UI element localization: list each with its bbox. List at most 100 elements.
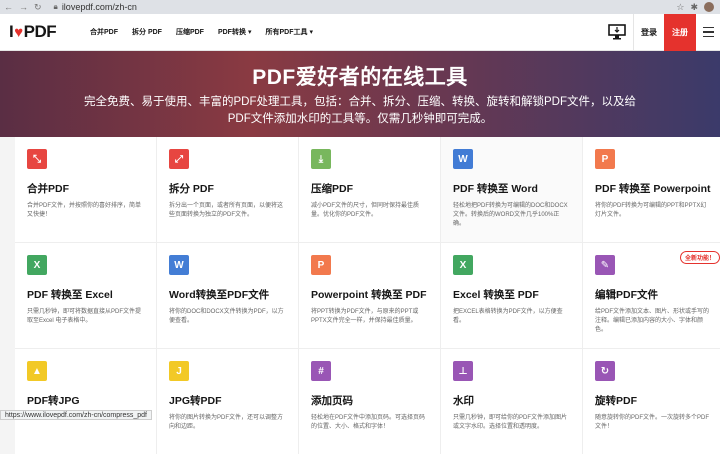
caret-down-icon: ▾ bbox=[309, 28, 313, 36]
tool-description: 将你的图片转换为PDF文件，还可以调整方向和边距。 bbox=[169, 414, 286, 432]
tool-description: 减小PDF文件的尺寸，但同时保持最佳质量。优化你的PDF文件。 bbox=[311, 202, 428, 220]
hero-title: PDF爱好者的在线工具 bbox=[0, 61, 720, 91]
tool-card-pdf-to-word[interactable]: W PDF 转换至 Word 轻松地把PDF转换为可编辑的DOC和DOCX文件。转换… bbox=[441, 137, 582, 242]
tool-description: 只需几秒钟，即可将数据直接从PDF文件提取至Excel 电子表格中。 bbox=[27, 308, 144, 326]
tool-title: Powerpoint 转换至 PDF bbox=[311, 287, 428, 302]
powerpoint-to-pdf-icon: P bbox=[311, 255, 331, 275]
tool-card-page-numbers[interactable]: # 添加页码轻松地在PDF文件中添加页码。可选择页码的位置、大小、格式和字体！ bbox=[299, 349, 440, 454]
excel-to-pdf-icon: X bbox=[453, 255, 473, 275]
compress-icon: ⤓ bbox=[311, 149, 331, 169]
browser-toolbar: ← → ↻ 🔒︎ ilovepdf.com/zh-cn ☆ ✱ bbox=[0, 0, 720, 14]
tool-description: 将你的DOC和DOCX文件转换为PDF，以方便查看。 bbox=[169, 308, 286, 326]
tool-description: 只需几秒钟，即可给你的PDF文件添加图片或文字水印。选择位置和透明度。 bbox=[453, 414, 570, 432]
tool-title: 拆分 PDF bbox=[169, 181, 286, 196]
tool-title: Excel 转换至 PDF bbox=[453, 287, 570, 302]
tool-description: 给PDF文件添加文本、图片、形状或手写的注释。编辑已添加内容的大小、字体和颜色。 bbox=[595, 308, 712, 335]
reload-icon[interactable]: ↻ bbox=[34, 2, 42, 13]
nav-convert-label: PDF转换 bbox=[218, 27, 246, 37]
tool-title: 水印 bbox=[453, 393, 570, 408]
hamburger-menu-icon[interactable] bbox=[696, 14, 720, 51]
tool-title: 旋转PDF bbox=[595, 393, 712, 408]
tool-card-excel-to-pdf[interactable]: X Excel 转换至 PDF 把EXCEL表格转换为PDF文件，以方便查看。 bbox=[441, 243, 582, 348]
watermark-icon: ⊥ bbox=[453, 361, 473, 381]
nav-convert[interactable]: PDF转换▾ bbox=[218, 27, 252, 37]
logo-text-pdf: PDF bbox=[24, 22, 57, 42]
tool-description: 随意旋转你的PDF文件。一次旋转多个PDF文件！ bbox=[595, 414, 712, 432]
rotate-icon: ↻ bbox=[595, 361, 615, 381]
logo-text-i: I bbox=[9, 22, 13, 42]
lock-icon[interactable]: 🔒︎ bbox=[54, 2, 58, 12]
caret-down-icon: ▾ bbox=[248, 28, 252, 36]
tool-title: PDF转JPG bbox=[27, 393, 144, 408]
merge-icon: ⤡ bbox=[27, 149, 47, 169]
signup-button[interactable]: 注册 bbox=[664, 14, 696, 51]
tool-card-jpg-to-pdf[interactable]: J JPG转PDF 将你的图片转换为PDF文件，还可以调整方向和边距。 bbox=[157, 349, 298, 454]
address-bar[interactable]: ilovepdf.com/zh-cn bbox=[62, 2, 137, 12]
header-actions: 登录 注册 bbox=[600, 14, 720, 51]
login-button[interactable]: 登录 bbox=[634, 14, 664, 51]
pdf-to-powerpoint-icon: P bbox=[595, 149, 615, 169]
split-icon: ⤢ bbox=[169, 149, 189, 169]
tool-title: Word转换至PDF文件 bbox=[169, 287, 286, 302]
nav-merge[interactable]: 合并PDF bbox=[90, 27, 118, 37]
hero-banner: PDF爱好者的在线工具 完全免费、易于使用、丰富的PDF处理工具，包括：合并、拆… bbox=[0, 51, 720, 137]
tool-card-pdf-to-jpg[interactable]: ▲PDF转JPG提取PDF文件中的所有图片，或将每一 bbox=[15, 349, 156, 454]
pdf-to-jpg-icon: ▲ bbox=[27, 361, 47, 381]
nav-split-label: 拆分 PDF bbox=[132, 27, 162, 37]
monitor-icon bbox=[608, 24, 626, 40]
browser-actions: ☆ ✱ bbox=[676, 2, 720, 13]
tool-card-pdf-to-excel[interactable]: X PDF 转换至 Excel 只需几秒钟，即可将数据直接从PDF文件提取至Exce… bbox=[15, 243, 156, 348]
nav-all-tools-label: 所有PDF工具 bbox=[265, 27, 307, 37]
tool-title: 添加页码 bbox=[311, 393, 428, 408]
tool-description: 将PPT转换为PDF文件，与原来的PPT或PPTX文件完全一样，并保持最佳质量。 bbox=[311, 308, 428, 326]
tool-card-split[interactable]: ⤢ 拆分 PDF 拆分出一个页面，或者所有页面，以便将这些页面转换为独立的PDF文件… bbox=[157, 137, 298, 242]
back-icon[interactable]: ← bbox=[4, 2, 13, 13]
tool-title: JPG转PDF bbox=[169, 393, 286, 408]
tool-title: PDF 转换至 Powerpoint bbox=[595, 181, 712, 196]
tool-card-compress[interactable]: ⤓ 压缩PDF 减小PDF文件的尺寸，但同时保持最佳质量。优化你的PDF文件。 bbox=[299, 137, 440, 242]
pdf-to-excel-icon: X bbox=[27, 255, 47, 275]
status-bar-url: https://www.ilovepdf.com/zh-cn/compress_… bbox=[0, 410, 152, 420]
forward-icon[interactable]: → bbox=[19, 2, 28, 13]
tool-card-powerpoint-to-pdf[interactable]: P Powerpoint 转换至 PDF 将PPT转换为PDF文件，与原来的PPT或… bbox=[299, 243, 440, 348]
hero-subtitle: 完全免费、易于使用、丰富的PDF处理工具，包括：合并、拆分、压缩、转换、旋转和解… bbox=[0, 94, 720, 128]
word-to-pdf-icon: W bbox=[169, 255, 189, 275]
tool-description: 轻松地把PDF转换为可编辑的DOC和DOCX文件。转换后的WORD文件几乎100… bbox=[453, 202, 570, 229]
ilovepdf-logo[interactable]: I ♥ PDF bbox=[0, 22, 90, 42]
nav-merge-label: 合并PDF bbox=[90, 27, 118, 37]
tools-grid: ⤡ 合并PDF 合并PDF文件，并按照你的喜好排序，简单又快捷！ ⤢ 拆分 PDF 拆分出… bbox=[15, 137, 720, 454]
tool-card-word-to-pdf[interactable]: W Word转换至PDF文件将你的DOC和DOCX文件转换为PDF，以方便查看。 bbox=[157, 243, 298, 348]
nav-split[interactable]: 拆分 PDF bbox=[132, 27, 162, 37]
tool-card-edit-pdf[interactable]: ✎ 编辑PDF文件给PDF文件添加文本、图片、形状或手写的注释。编辑已添加内容的大… bbox=[583, 243, 720, 348]
tool-title: 编辑PDF文件 bbox=[595, 287, 712, 302]
nav-compress[interactable]: 压缩PDF bbox=[176, 27, 204, 37]
tool-title: 合并PDF bbox=[27, 181, 144, 196]
tool-title: PDF 转换至 Word bbox=[453, 181, 570, 196]
tool-description: 拆分出一个页面，或者所有页面，以便将这些页面转换为独立的PDF文件。 bbox=[169, 202, 286, 220]
pdf-to-word-icon: W bbox=[453, 149, 473, 169]
edit-pdf-icon: ✎ bbox=[595, 255, 615, 275]
main-nav: 合并PDF 拆分 PDF 压缩PDF PDF转换▾ 所有PDF工具▾ bbox=[90, 27, 313, 37]
desktop-app-button[interactable] bbox=[600, 14, 634, 51]
tool-card-merge[interactable]: ⤡ 合并PDF 合并PDF文件，并按照你的喜好排序，简单又快捷！ bbox=[15, 137, 156, 242]
tool-description: 将你的PDF转换为可编辑的PPT和PPTX幻灯片文件。 bbox=[595, 202, 712, 220]
site-header: I ♥ PDF 合并PDF 拆分 PDF 压缩PDF PDF转换▾ 所有PDF工… bbox=[0, 14, 720, 51]
extension-icon[interactable]: ✱ bbox=[690, 2, 698, 13]
nav-compress-label: 压缩PDF bbox=[176, 27, 204, 37]
tool-title: PDF 转换至 Excel bbox=[27, 287, 144, 302]
star-icon[interactable]: ☆ bbox=[676, 2, 684, 13]
tool-description: 合并PDF文件，并按照你的喜好排序，简单又快捷！ bbox=[27, 202, 144, 220]
tool-title: 压缩PDF bbox=[311, 181, 428, 196]
tool-description: 轻松地在PDF文件中添加页码。可选择页码的位置、大小、格式和字体！ bbox=[311, 414, 428, 432]
profile-avatar[interactable] bbox=[704, 2, 714, 12]
jpg-to-pdf-icon: J bbox=[169, 361, 189, 381]
heart-icon: ♥ bbox=[14, 24, 22, 41]
page-numbers-icon: # bbox=[311, 361, 331, 381]
browser-nav: ← → ↻ bbox=[0, 2, 42, 13]
tool-description: 把EXCEL表格转换为PDF文件，以方便查看。 bbox=[453, 308, 570, 326]
tool-card-pdf-to-powerpoint[interactable]: P PDF 转换至 Powerpoint 将你的PDF转换为可编辑的PPT和PPTX… bbox=[583, 137, 720, 242]
tool-card-rotate[interactable]: ↻ 旋转PDF 随意旋转你的PDF文件。一次旋转多个PDF文件！ bbox=[583, 349, 720, 454]
new-feature-badge: 全新功能！ bbox=[680, 251, 720, 264]
tool-card-watermark[interactable]: ⊥ 水印只需几秒钟，即可给你的PDF文件添加图片或文字水印。选择位置和透明度。 bbox=[441, 349, 582, 454]
nav-all-tools[interactable]: 所有PDF工具▾ bbox=[265, 27, 313, 37]
